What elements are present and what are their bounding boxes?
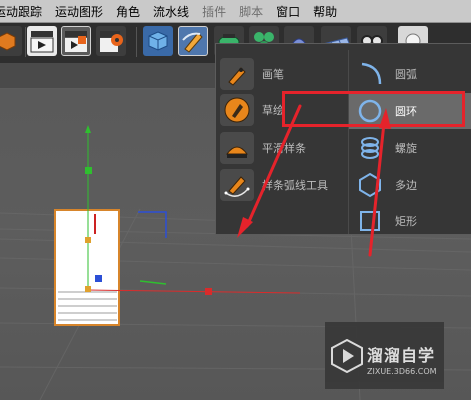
watermark: 溜溜自学 ZIXUE.3D66.COM bbox=[325, 322, 444, 389]
annotation-arrow-to-circle bbox=[368, 121, 386, 257]
watermark-logo-icon bbox=[331, 339, 363, 373]
annotation-arrowhead bbox=[379, 108, 391, 129]
watermark-title: 溜溜自学 bbox=[367, 346, 436, 365]
watermark-subtitle: ZIXUE.3D66.COM bbox=[367, 367, 437, 376]
annotation-arrow-to-viewport bbox=[245, 104, 302, 228]
